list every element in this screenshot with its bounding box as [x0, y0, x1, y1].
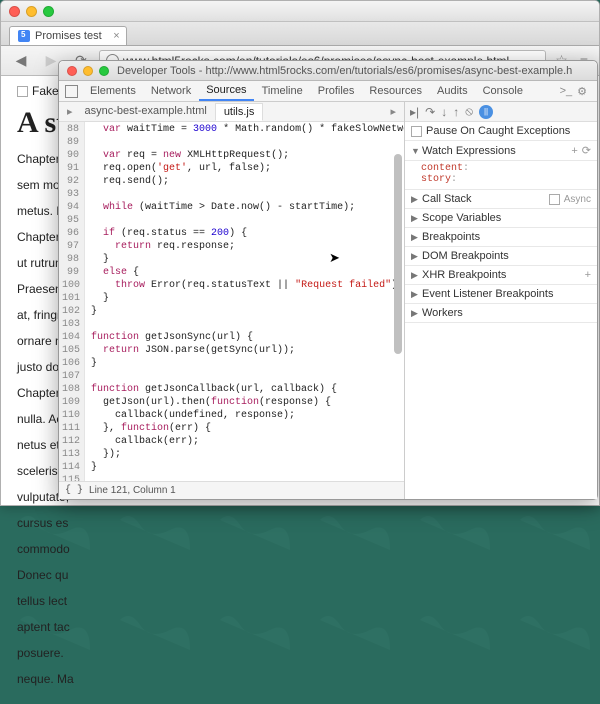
sidebar-section-scope variables[interactable]: ▶Scope Variables	[405, 209, 597, 228]
devtools-window: Developer Tools - http://www.html5rocks.…	[58, 60, 598, 500]
step-over-icon[interactable]: ↷	[425, 105, 435, 119]
panel-tab-sources[interactable]: Sources	[199, 81, 253, 101]
inspect-icon[interactable]	[65, 85, 78, 98]
panel-tab-audits[interactable]: Audits	[430, 82, 475, 100]
navigator-toggle-icon[interactable]: ▸	[67, 105, 73, 118]
page-paragraph: tellus lect	[17, 592, 583, 610]
disclosure-triangle-icon[interactable]: ▶	[411, 308, 420, 319]
section-label: Event Listener Breakpoints	[422, 288, 591, 300]
checkbox-icon[interactable]	[549, 194, 560, 205]
sidebar-section-event listener breakpoints[interactable]: ▶Event Listener Breakpoints	[405, 285, 597, 304]
watch-expressions-body: content: story:	[405, 161, 597, 190]
devtools-titlebar[interactable]: Developer Tools - http://www.html5rocks.…	[59, 61, 597, 81]
async-label: Async	[564, 194, 591, 205]
add-watch-icon[interactable]: +	[571, 145, 577, 157]
panel-tab-elements[interactable]: Elements	[83, 82, 143, 100]
deactivate-breakpoints-icon[interactable]: ⦸	[465, 104, 473, 119]
panel-tab-console[interactable]: Console	[476, 82, 530, 100]
step-into-icon[interactable]: ↓	[441, 105, 447, 119]
section-label: XHR Breakpoints	[422, 269, 581, 281]
watch-expressions-header[interactable]: ▼ Watch Expressions + ⟳	[405, 141, 597, 161]
code-text[interactable]: var waitTime = 3000 * Math.random() * fa…	[85, 122, 404, 481]
sidebar-section-call stack[interactable]: ▶Call Stack Async	[405, 190, 597, 209]
window-controls	[67, 66, 109, 76]
pause-on-caught-label: Pause On Caught Exceptions	[426, 125, 591, 137]
disclosure-triangle-icon[interactable]: ▼	[411, 146, 420, 156]
section-label: Call Stack	[422, 193, 549, 205]
more-tabs-icon[interactable]: ▸	[390, 105, 396, 118]
debugger-toolbar: ▸| ↷ ↓ ↑ ⦸ ||	[405, 102, 597, 122]
sidebar-section-dom breakpoints[interactable]: ▶DOM Breakpoints	[405, 247, 597, 266]
editor-status-bar: { } Line 121, Column 1	[59, 481, 404, 499]
file-tab[interactable]: async-best-example.html	[77, 103, 215, 121]
section-label: Breakpoints	[422, 231, 591, 243]
sidebar-section-breakpoints[interactable]: ▶Breakpoints	[405, 228, 597, 247]
page-paragraph: commodo	[17, 540, 583, 558]
page-paragraph: Donec qu	[17, 566, 583, 584]
sidebar-section-xhr breakpoints[interactable]: ▶XHR Breakpoints +	[405, 266, 597, 285]
disclosure-triangle-icon[interactable]: ▶	[411, 270, 420, 281]
window-controls	[9, 6, 54, 17]
page-paragraph: neque. Ma	[17, 670, 583, 688]
favicon-icon	[18, 30, 30, 42]
pause-resume-icon[interactable]: ▸|	[410, 105, 419, 119]
sources-panel: ▸ async-best-example.htmlutils.js ▸ 8889…	[59, 102, 405, 499]
close-window-icon[interactable]	[67, 66, 77, 76]
line-gutter: 8889909192939495969798991001011021031041…	[59, 122, 85, 481]
page-paragraph: cursus es	[17, 514, 583, 532]
zoom-window-icon[interactable]	[99, 66, 109, 76]
close-window-icon[interactable]	[9, 6, 20, 17]
watch-item[interactable]: story:	[421, 174, 591, 185]
pause-on-exceptions-icon[interactable]: ||	[479, 105, 493, 119]
scrollbar-thumb[interactable]	[394, 154, 402, 354]
page-paragraph: aptent tac	[17, 618, 583, 636]
pause-on-caught-row[interactable]: Pause On Caught Exceptions	[405, 122, 597, 141]
disclosure-triangle-icon[interactable]: ▶	[411, 213, 420, 224]
minimize-window-icon[interactable]	[83, 66, 93, 76]
tab-close-icon[interactable]: ×	[113, 30, 119, 42]
debugger-sidebar: ▸| ↷ ↓ ↑ ⦸ || Pause On Caught Exceptions…	[405, 102, 597, 499]
devtools-panel-tabs: ElementsNetworkSourcesTimelineProfilesRe…	[59, 81, 597, 102]
browser-titlebar[interactable]	[1, 1, 599, 22]
panel-tab-timeline[interactable]: Timeline	[255, 82, 310, 100]
refresh-watch-icon[interactable]: ⟳	[582, 144, 591, 157]
section-label: DOM Breakpoints	[422, 250, 591, 262]
watch-label: Watch Expressions	[422, 145, 567, 157]
step-out-icon[interactable]: ↑	[453, 105, 459, 119]
panel-tab-network[interactable]: Network	[144, 82, 198, 100]
disclosure-triangle-icon[interactable]: ▶	[411, 194, 420, 205]
drawer-toggle-icon[interactable]: >_	[560, 85, 573, 97]
tab-title: Promises test	[35, 30, 102, 42]
browser-tab-strip: Promises test ×	[1, 22, 599, 46]
pretty-print-icon[interactable]: { }	[65, 485, 83, 496]
checkbox-icon[interactable]	[411, 126, 422, 137]
disclosure-triangle-icon[interactable]: ▶	[411, 251, 420, 262]
settings-gear-icon[interactable]: ⚙	[577, 85, 587, 98]
back-button[interactable]: ◀	[9, 50, 33, 72]
code-editor[interactable]: 8889909192939495969798991001011021031041…	[59, 122, 404, 481]
zoom-window-icon[interactable]	[43, 6, 54, 17]
browser-tab[interactable]: Promises test ×	[9, 26, 127, 45]
add-icon[interactable]: +	[585, 269, 591, 281]
panel-tab-resources[interactable]: Resources	[362, 82, 429, 100]
section-label: Scope Variables	[422, 212, 591, 224]
cursor-position: Line 121, Column 1	[89, 485, 176, 496]
file-tab[interactable]: utils.js	[215, 103, 264, 121]
vertical-scrollbar[interactable]	[392, 144, 404, 481]
disclosure-triangle-icon[interactable]: ▶	[411, 232, 420, 243]
sidebar-section-workers[interactable]: ▶Workers	[405, 304, 597, 323]
watch-item[interactable]: content:	[421, 163, 591, 174]
checkbox-icon[interactable]	[17, 86, 28, 97]
panel-tab-profiles[interactable]: Profiles	[311, 82, 362, 100]
file-tabs: ▸ async-best-example.htmlutils.js ▸	[59, 102, 404, 122]
devtools-title: Developer Tools - http://www.html5rocks.…	[117, 65, 572, 77]
disclosure-triangle-icon[interactable]: ▶	[411, 289, 420, 300]
minimize-window-icon[interactable]	[26, 6, 37, 17]
page-paragraph: posuere.	[17, 644, 583, 662]
section-label: Workers	[422, 307, 591, 319]
